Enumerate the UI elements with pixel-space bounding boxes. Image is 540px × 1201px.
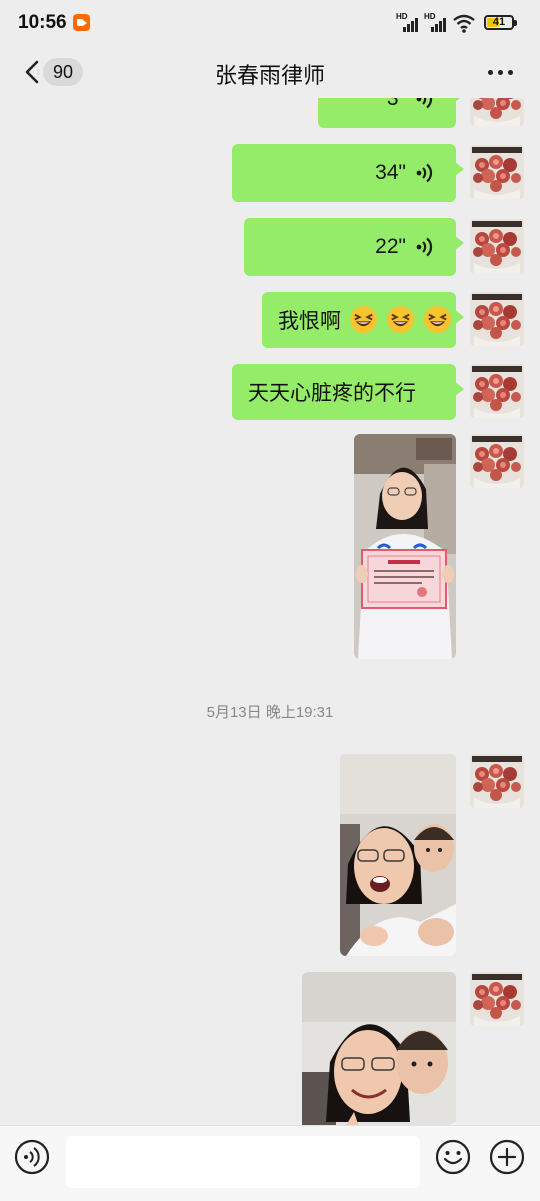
message-text-row: 我恨啊: [278, 305, 452, 335]
signal-icon: HD: [424, 12, 450, 32]
grinning-squint-emoji-icon: [423, 305, 452, 334]
avatar[interactable]: [470, 434, 524, 488]
voice-message[interactable]: 22": [244, 218, 464, 276]
message-input[interactable]: [66, 1136, 420, 1188]
voice-wave-icon: [416, 236, 434, 258]
message-text: 天天心脏疼的不行: [248, 382, 416, 405]
network-type-label: HD: [396, 12, 408, 21]
avatar[interactable]: [470, 98, 524, 126]
voice-wave-icon: [416, 162, 434, 184]
voice-wave-icon: [416, 98, 434, 110]
girl-holding-certificate-photo[interactable]: [354, 434, 456, 659]
screen-record-icon: [73, 14, 90, 31]
signal-icon: HD: [396, 12, 422, 32]
avatar[interactable]: [470, 292, 524, 346]
girl-and-baby-selfie-photo-2[interactable]: [302, 972, 456, 1125]
voice-input-icon[interactable]: [14, 1139, 50, 1175]
voice-duration: 34": [375, 161, 406, 184]
text-message[interactable]: 天天心脏疼的不行: [232, 364, 464, 420]
avatar[interactable]: [470, 972, 524, 1026]
emoji-icon[interactable]: [435, 1139, 471, 1175]
avatar[interactable]: [470, 219, 524, 273]
more-icon[interactable]: [486, 60, 516, 84]
avatar[interactable]: [470, 754, 524, 808]
input-bar: [0, 1125, 540, 1201]
message-timestamp: 5月13日 晚上19:31: [206, 704, 334, 721]
status-bar: 10:56 HD HD 41: [0, 0, 540, 46]
battery-level: 41: [492, 16, 506, 28]
wifi-icon: [453, 14, 475, 33]
voice-message[interactable]: 3": [318, 98, 464, 128]
battery-icon: 41: [484, 15, 517, 30]
network-type-label: HD: [424, 12, 436, 21]
avatar[interactable]: [470, 364, 524, 418]
status-time: 10:56: [18, 12, 67, 33]
voice-message[interactable]: 34": [232, 144, 464, 202]
chat-title: 张春雨律师: [214, 63, 325, 88]
voice-duration: 3": [386, 98, 406, 110]
girl-and-baby-selfie-photo[interactable]: [340, 754, 456, 956]
grinning-squint-emoji-icon: [386, 305, 415, 334]
text-message[interactable]: 我恨啊: [262, 292, 464, 348]
avatar[interactable]: [470, 145, 524, 199]
chat-header: 90 张春雨律师: [0, 46, 540, 98]
message-list[interactable]: 3" 34" 22" 我恨啊 天天心脏疼的不行 5月13日 晚上19:31: [0, 98, 540, 1125]
voice-duration: 22": [375, 235, 406, 258]
grinning-squint-emoji-icon: [349, 305, 378, 334]
message-text: 我恨啊: [278, 310, 341, 333]
plus-icon[interactable]: [489, 1139, 525, 1175]
